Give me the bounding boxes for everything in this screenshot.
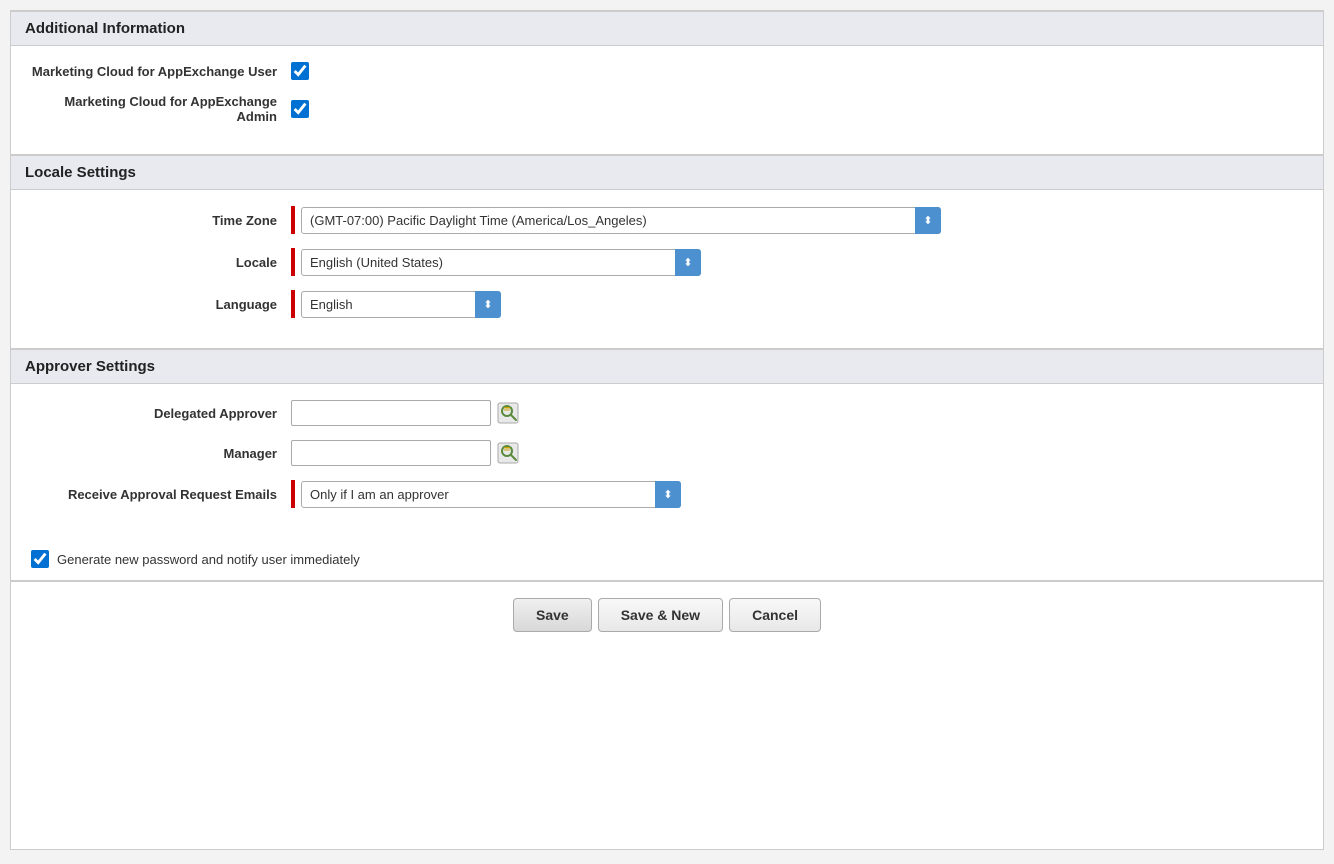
locale-label: Locale <box>31 255 291 270</box>
manager-lookup-button[interactable] <box>495 440 521 466</box>
manager-label: Manager <box>31 446 291 461</box>
language-label: Language <box>31 297 291 312</box>
locale-settings-title: Locale Settings <box>25 164 1309 181</box>
additional-info-header: Additional Information <box>11 11 1323 46</box>
locale-select[interactable]: English (United States) <box>301 249 701 276</box>
locale-required-bar <box>291 248 295 276</box>
marketing-admin-label: Marketing Cloud for AppExchange Admin <box>31 94 291 124</box>
generate-password-checkbox[interactable] <box>31 550 49 568</box>
locale-row: Locale English (United States) <box>11 248 1323 276</box>
receive-approval-required-bar <box>291 480 295 508</box>
marketing-user-row: Marketing Cloud for AppExchange User <box>11 62 1323 80</box>
manager-input[interactable] <box>291 440 491 466</box>
language-select-wrapper: English <box>301 291 501 318</box>
timezone-required-bar <box>291 206 295 234</box>
receive-approval-select-wrapper: Only if I am an approver <box>301 481 681 508</box>
receive-approval-select[interactable]: Only if I am an approver <box>301 481 681 508</box>
approver-settings-header: Approver Settings <box>11 349 1323 384</box>
generate-password-row: Generate new password and notify user im… <box>11 538 1323 580</box>
save-and-new-button[interactable]: Save & New <box>598 598 723 632</box>
locale-control: English (United States) <box>291 248 1303 276</box>
language-row: Language English <box>11 290 1323 318</box>
marketing-user-checkbox[interactable] <box>291 62 309 80</box>
language-control: English <box>291 290 1303 318</box>
delegated-approver-input[interactable] <box>291 400 491 426</box>
timezone-control: (GMT-07:00) Pacific Daylight Time (Ameri… <box>291 206 1303 234</box>
timezone-row: Time Zone (GMT-07:00) Pacific Daylight T… <box>11 206 1323 234</box>
receive-approval-label: Receive Approval Request Emails <box>31 487 291 502</box>
timezone-select[interactable]: (GMT-07:00) Pacific Daylight Time (Ameri… <box>301 207 941 234</box>
manager-control <box>291 440 1303 466</box>
timezone-select-wrapper: (GMT-07:00) Pacific Daylight Time (Ameri… <box>301 207 941 234</box>
page-wrapper: Additional Information Marketing Cloud f… <box>10 10 1324 850</box>
cancel-button[interactable]: Cancel <box>729 598 821 632</box>
language-select[interactable]: English <box>301 291 501 318</box>
receive-approval-row: Receive Approval Request Emails Only if … <box>11 480 1323 508</box>
timezone-label: Time Zone <box>31 213 291 228</box>
language-required-bar <box>291 290 295 318</box>
delegated-approver-lookup-icon <box>497 402 519 424</box>
generate-password-label: Generate new password and notify user im… <box>57 552 360 567</box>
locale-settings-body: Time Zone (GMT-07:00) Pacific Daylight T… <box>11 190 1323 348</box>
additional-info-body: Marketing Cloud for AppExchange User Mar… <box>11 46 1323 154</box>
marketing-user-control <box>291 62 1303 80</box>
approver-settings-title: Approver Settings <box>25 358 1309 375</box>
locale-select-wrapper: English (United States) <box>301 249 701 276</box>
save-button[interactable]: Save <box>513 598 592 632</box>
delegated-approver-label: Delegated Approver <box>31 406 291 421</box>
delegated-approver-lookup-button[interactable] <box>495 400 521 426</box>
delegated-approver-row: Delegated Approver <box>11 400 1323 426</box>
approver-settings-body: Delegated Approver Manager <box>11 384 1323 538</box>
marketing-admin-row: Marketing Cloud for AppExchange Admin <box>11 94 1323 124</box>
locale-settings-header: Locale Settings <box>11 155 1323 190</box>
button-bar: Save Save & New Cancel <box>11 581 1323 648</box>
manager-lookup-icon <box>497 442 519 464</box>
marketing-admin-checkbox[interactable] <box>291 100 309 118</box>
marketing-user-label: Marketing Cloud for AppExchange User <box>31 64 291 79</box>
additional-info-title: Additional Information <box>25 20 1309 37</box>
manager-row: Manager <box>11 440 1323 466</box>
receive-approval-control: Only if I am an approver <box>291 480 1303 508</box>
delegated-approver-control <box>291 400 1303 426</box>
marketing-admin-control <box>291 100 1303 118</box>
